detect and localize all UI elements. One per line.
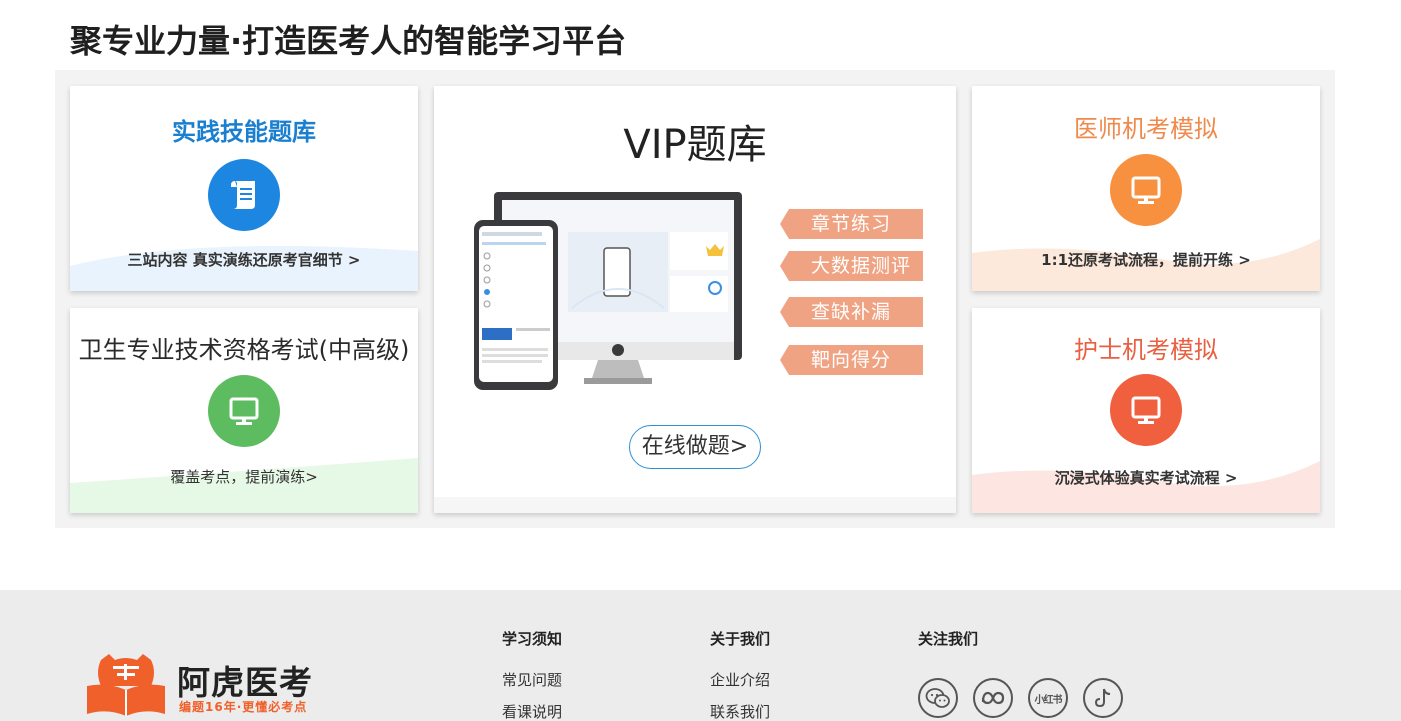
site-logo[interactable]: 阿虎医考 编题16年·更懂必考点 bbox=[85, 652, 312, 721]
nurse-mock-exam-subtitle[interactable]: 沉浸式体验真实考试流程 > bbox=[972, 467, 1320, 488]
meta-icon[interactable] bbox=[973, 678, 1013, 718]
footer-heading-study-notes: 学习须知 bbox=[502, 630, 563, 648]
scroll-document-icon bbox=[208, 159, 280, 231]
footer-link-company-intro[interactable]: 企业介绍 bbox=[710, 669, 770, 690]
vip-question-bank-card[interactable]: VIP题库 章节练习 大数据测评 查缺补漏 靶向得分 在线做题> bbox=[434, 86, 956, 513]
footer-heading-about-us: 关于我们 bbox=[710, 630, 771, 648]
practice-skills-subtitle[interactable]: 三站内容 真实演练还原考官细节 > bbox=[70, 249, 418, 270]
doctor-mock-exam-subtitle[interactable]: 1:1还原考试流程，提前开练 > bbox=[972, 249, 1320, 270]
monitor-icon bbox=[208, 375, 280, 447]
logo-brand-name: 阿虎医考 bbox=[177, 663, 313, 702]
qualification-exam-title: 卫生专业技术资格考试(中高级) bbox=[78, 336, 410, 364]
monitor-icon bbox=[1110, 154, 1182, 226]
page-headline: 聚专业力量·打造医考人的智能学习平台 bbox=[70, 22, 627, 60]
computer-phone-illustration bbox=[474, 192, 742, 390]
nurse-mock-exam-card[interactable]: 护士机考模拟 沉浸式体验真实考试流程 > bbox=[972, 308, 1320, 513]
vip-card-footer-strip bbox=[434, 497, 956, 513]
vip-title: VIP题库 bbox=[623, 122, 767, 168]
site-footer: 阿虎医考 编题16年·更懂必考点 学习须知 常见问题 看课说明 关于我们 企业介… bbox=[0, 590, 1401, 721]
monitor-icon bbox=[1110, 374, 1182, 446]
practice-skills-card[interactable]: 实践技能题库 三站内容 真实演练还原考官细节 > bbox=[70, 86, 418, 291]
wechat-icon[interactable] bbox=[918, 678, 958, 718]
douyin-icon[interactable] bbox=[1083, 678, 1123, 718]
practice-skills-title: 实践技能题库 bbox=[172, 118, 316, 146]
qualification-exam-card[interactable]: 卫生专业技术资格考试(中高级) 覆盖考点，提前演练> bbox=[70, 308, 418, 513]
vip-tag-big-data-assessment: 大数据测评 bbox=[780, 251, 923, 281]
doctor-mock-exam-card[interactable]: 医师机考模拟 1:1还原考试流程，提前开练 > bbox=[972, 86, 1320, 291]
qualification-exam-subtitle[interactable]: 覆盖考点，提前演练> bbox=[70, 466, 418, 487]
footer-link-course-guide[interactable]: 看课说明 bbox=[502, 701, 562, 721]
vip-tag-targeted-score: 靶向得分 bbox=[780, 345, 923, 375]
xiaohongshu-label: 小红书 bbox=[1034, 694, 1063, 706]
nurse-mock-exam-title: 护士机考模拟 bbox=[1074, 336, 1218, 364]
vip-tag-chapter-practice: 章节练习 bbox=[780, 209, 923, 239]
vip-tag-fill-gaps: 查缺补漏 bbox=[780, 297, 923, 327]
footer-column-study-notes: 学习须知 常见问题 看课说明 bbox=[502, 628, 562, 721]
footer-link-faq[interactable]: 常见问题 bbox=[502, 669, 562, 690]
footer-heading-follow-us: 关注我们 bbox=[918, 630, 979, 648]
logo-slogan: 编题16年·更懂必考点 bbox=[179, 700, 308, 714]
footer-column-about-us: 关于我们 企业介绍 联系我们 bbox=[710, 628, 770, 721]
footer-link-contact-us[interactable]: 联系我们 bbox=[710, 701, 770, 721]
doctor-mock-exam-title: 医师机考模拟 bbox=[1074, 115, 1218, 143]
tiger-book-logo-icon bbox=[87, 654, 165, 716]
xiaohongshu-icon[interactable]: 小红书 bbox=[1028, 678, 1068, 718]
online-practice-button[interactable]: 在线做题> bbox=[629, 425, 761, 469]
footer-column-follow-us: 关注我们 bbox=[918, 628, 978, 669]
